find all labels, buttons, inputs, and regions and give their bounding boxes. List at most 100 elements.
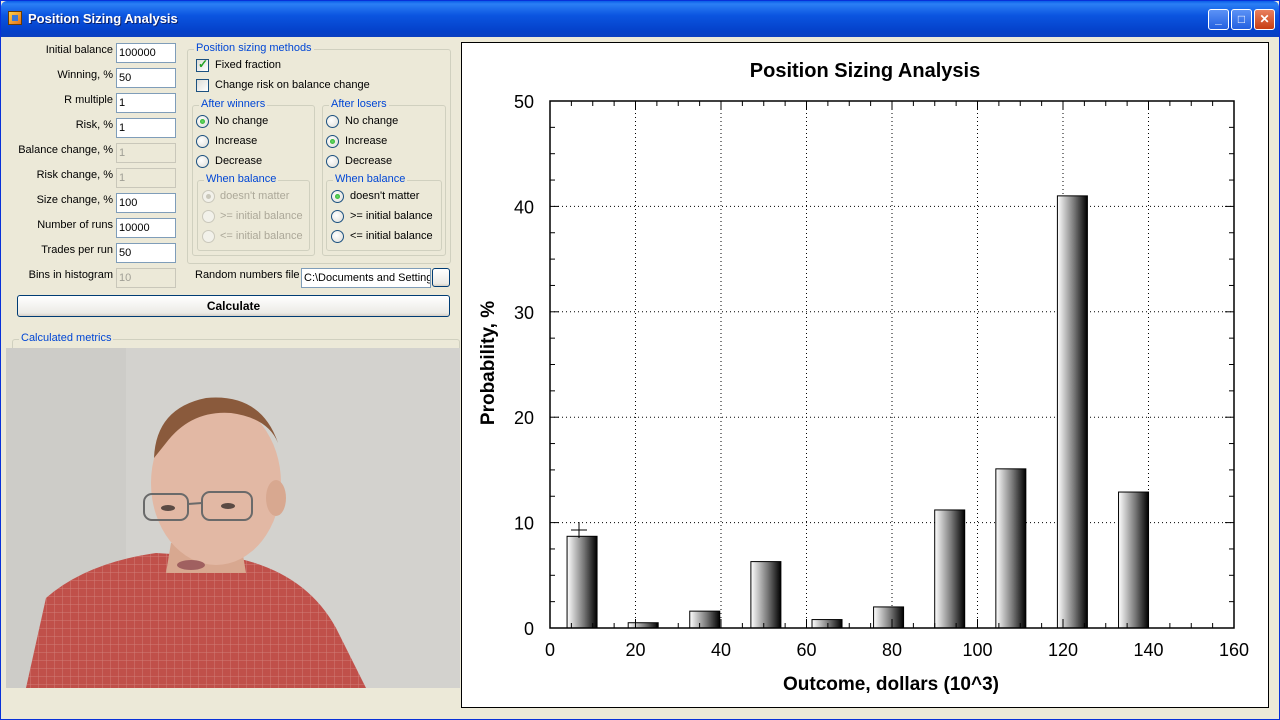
bins-label: Bins in histogram (28, 269, 113, 281)
histogram-bar-1 (566, 535, 598, 629)
balance-change-input: 1 (116, 143, 176, 163)
histogram-bar-10 (1118, 491, 1150, 629)
losers-no-change-radio[interactable] (326, 115, 339, 128)
winners-no-change-radio[interactable] (196, 115, 209, 128)
chart-panel: Position Sizing Analysis 0 20 40 60 80 100 120… (461, 42, 1269, 708)
x-tick-label: 40 (711, 640, 731, 660)
winners-lte-label: <= initial balance (220, 230, 303, 242)
winners-decrease-radio[interactable] (196, 155, 209, 168)
mouse-cursor (571, 522, 587, 538)
number-of-runs-label: Number of runs (37, 219, 113, 231)
x-tick-label: 80 (882, 640, 902, 660)
winners-doesnt-matter-radio (202, 190, 215, 203)
balance-change-label: Balance change, % (18, 144, 113, 156)
x-tick-label: 160 (1219, 640, 1249, 660)
presenter-image (6, 348, 460, 688)
minimize-button[interactable]: _ (1208, 9, 1229, 30)
histogram-bar-9 (1056, 195, 1088, 629)
trades-per-run-label: Trades per run (41, 244, 113, 256)
histogram-bar-7 (934, 509, 966, 629)
chart-title: Position Sizing Analysis (750, 60, 980, 82)
random-file-label: Random numbers file (195, 269, 300, 281)
winners-decrease-label[interactable]: Decrease (215, 155, 262, 167)
maximize-button[interactable]: □ (1231, 9, 1252, 30)
after-losers-title: After losers (329, 98, 389, 110)
losers-doesnt-matter-label[interactable]: doesn't matter (350, 190, 419, 202)
size-change-label: Size change, % (36, 194, 113, 206)
webcam-overlay (6, 348, 460, 688)
losers-decrease-label[interactable]: Decrease (345, 155, 392, 167)
fixed-fraction-checkbox[interactable] (196, 57, 209, 72)
y-tick-label: 10 (514, 514, 534, 534)
chart-bars (566, 195, 1150, 629)
x-tick-label: 120 (1048, 640, 1078, 660)
y-axis-label: Probability, % (478, 301, 499, 425)
losers-decrease-radio[interactable] (326, 155, 339, 168)
x-tick-label: 100 (962, 640, 992, 660)
histogram-bar-3 (689, 610, 721, 629)
risk-input[interactable]: 1 (116, 118, 176, 138)
title-bar[interactable]: Position Sizing Analysis _ □ ✕ (1, 1, 1279, 37)
winners-increase-radio[interactable] (196, 135, 209, 148)
losers-gte-radio[interactable] (331, 210, 344, 223)
winners-gte-label: >= initial balance (220, 210, 303, 222)
losers-when-balance-title: When balance (333, 173, 408, 185)
histogram-bar-4 (750, 561, 782, 629)
x-tick-label: 0 (545, 640, 555, 660)
losers-increase-radio[interactable] (326, 135, 339, 148)
window-title: Position Sizing Analysis (28, 11, 178, 26)
losers-lte-label[interactable]: <= initial balance (350, 230, 433, 242)
size-change-input[interactable]: 100 (116, 193, 176, 213)
y-tick-label: 50 (514, 92, 534, 112)
histogram-bar-8 (995, 468, 1027, 629)
winners-doesnt-matter-label: doesn't matter (220, 190, 290, 202)
risk-label: Risk, % (75, 119, 113, 131)
after-winners-title: After winners (199, 98, 268, 110)
initial-balance-label: Initial balance (45, 44, 113, 56)
y-tick-label: 40 (514, 197, 534, 217)
winners-when-balance-title: When balance (204, 173, 279, 185)
client-area: Initial balance 100000 Winning, % 50 R m… (4, 38, 1277, 718)
browse-button[interactable] (432, 268, 450, 287)
position-sizing-title: Position sizing methods (194, 42, 314, 54)
winning-label: Winning, % (57, 69, 113, 81)
change-risk-label[interactable]: Change risk on balance change (215, 79, 370, 91)
histogram-chart: Position Sizing Analysis 0 20 40 60 80 100 120… (478, 60, 1249, 695)
losers-gte-label[interactable]: >= initial balance (350, 210, 433, 222)
app-icon (8, 11, 22, 25)
risk-change-label: Risk change, % (36, 169, 113, 181)
number-of-runs-input[interactable]: 10000 (116, 218, 176, 238)
trades-per-run-input[interactable]: 50 (116, 243, 176, 263)
losers-lte-radio[interactable] (331, 230, 344, 243)
winners-gte-radio (202, 210, 215, 223)
losers-doesnt-matter-radio[interactable] (331, 190, 344, 203)
y-tick-label: 0 (524, 619, 534, 639)
winners-increase-label[interactable]: Increase (215, 135, 257, 147)
x-axis-label: Outcome, dollars (10^3) (783, 674, 999, 695)
r-multiple-input[interactable]: 1 (116, 93, 176, 113)
calculated-metrics-title: Calculated metrics (19, 332, 114, 344)
x-tick-label: 60 (796, 640, 816, 660)
risk-change-input: 1 (116, 168, 176, 188)
app-window: Position Sizing Analysis _ □ ✕ Initial b… (0, 0, 1280, 720)
losers-no-change-label[interactable]: No change (345, 115, 398, 127)
random-file-input[interactable]: C:\Documents and Settings (301, 268, 431, 288)
histogram-bar-2 (627, 622, 659, 629)
fixed-fraction-label[interactable]: Fixed fraction (215, 59, 281, 71)
r-multiple-label: R multiple (64, 94, 113, 106)
initial-balance-input[interactable]: 100000 (116, 43, 176, 63)
bins-input: 10 (116, 268, 176, 288)
winners-lte-radio (202, 230, 215, 243)
histogram-bar-6 (873, 606, 905, 629)
close-button[interactable]: ✕ (1254, 9, 1275, 30)
y-tick-label: 30 (514, 303, 534, 323)
winning-input[interactable]: 50 (116, 68, 176, 88)
calculate-button[interactable]: Calculate (17, 295, 450, 317)
y-tick-label: 20 (514, 408, 534, 428)
histogram-bar-5 (811, 619, 843, 629)
x-tick-label: 140 (1133, 640, 1163, 660)
change-risk-checkbox[interactable] (196, 79, 209, 92)
losers-increase-label[interactable]: Increase (345, 135, 387, 147)
x-tick-label: 20 (625, 640, 645, 660)
winners-no-change-label[interactable]: No change (215, 115, 268, 127)
